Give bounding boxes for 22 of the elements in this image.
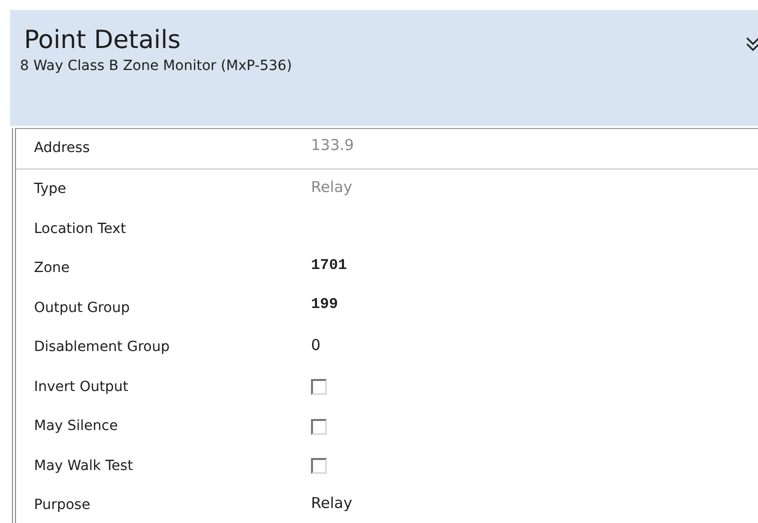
property-label: Location Text (33, 220, 127, 239)
property-value: 1701 (311, 256, 348, 276)
checkbox[interactable] (311, 379, 327, 396)
property-label: Type (33, 180, 68, 200)
property-value: 199 (311, 295, 338, 315)
checkbox[interactable] (311, 458, 327, 474)
property-value: 133.9 (311, 135, 354, 156)
property-value: Relay (311, 176, 352, 198)
panel-title: Point Details (24, 24, 181, 56)
property-label: May Silence (33, 417, 119, 436)
property-label: May Walk Test (33, 456, 134, 476)
property-label: Purpose (33, 496, 92, 516)
property-label: Invert Output (33, 378, 130, 397)
property-label: Disablement Group (33, 338, 171, 358)
panel-subtitle: 8 Way Class B Zone Monitor (MxP-536) (20, 57, 292, 76)
property-label: Address (33, 139, 91, 158)
property-value: 0 (311, 334, 321, 356)
collapse-icon[interactable] (746, 36, 758, 52)
checkbox[interactable] (311, 418, 327, 435)
property-label: Zone (33, 259, 71, 278)
property-label: Output Group (33, 298, 131, 318)
property-value: Relay (311, 492, 352, 514)
